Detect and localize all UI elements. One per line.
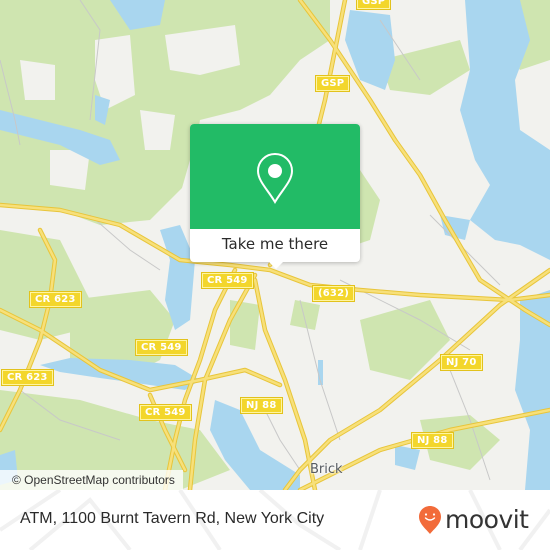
- take-me-there-button[interactable]: Take me there: [190, 229, 360, 262]
- road-shield-cr549-center: CR 549: [201, 272, 254, 289]
- footer-bar: ATM, 1100 Burnt Tavern Rd, New York City…: [0, 490, 550, 550]
- road-shield-nj88-west: NJ 88: [240, 397, 283, 414]
- map-attribution[interactable]: © OpenStreetMap contributors: [0, 470, 183, 490]
- road-shield-gsp-top: GSP: [355, 0, 392, 10]
- moovit-logo[interactable]: moovit: [418, 504, 529, 536]
- road-shield-nj88-east: NJ 88: [411, 432, 454, 449]
- location-address: ATM, 1100 Burnt Tavern Rd, New York City: [20, 510, 325, 527]
- map-view[interactable]: GSP GSP CR 623 CR 623 CR 549 CR 549 CR 5…: [0, 0, 550, 490]
- road-shield-cr549-lower: CR 549: [139, 404, 192, 421]
- road-shield-gsp: GSP: [314, 75, 351, 92]
- map-pin-icon: [256, 152, 294, 204]
- road-shield-cr623-lower: CR 623: [1, 369, 54, 386]
- place-label-brick: Brick: [310, 462, 343, 477]
- moovit-pin-icon: [419, 506, 441, 534]
- road-shield-cr623-upper: CR 623: [29, 291, 82, 308]
- moovit-wordmark: moovit: [445, 505, 529, 534]
- road-shield-cr632: (632): [311, 285, 356, 302]
- popup-header: [190, 124, 360, 229]
- popup-pointer: [268, 261, 284, 269]
- location-popup: Take me there: [190, 124, 360, 269]
- road-shield-cr549-mid: CR 549: [135, 339, 188, 356]
- road-shield-nj70: NJ 70: [440, 354, 483, 371]
